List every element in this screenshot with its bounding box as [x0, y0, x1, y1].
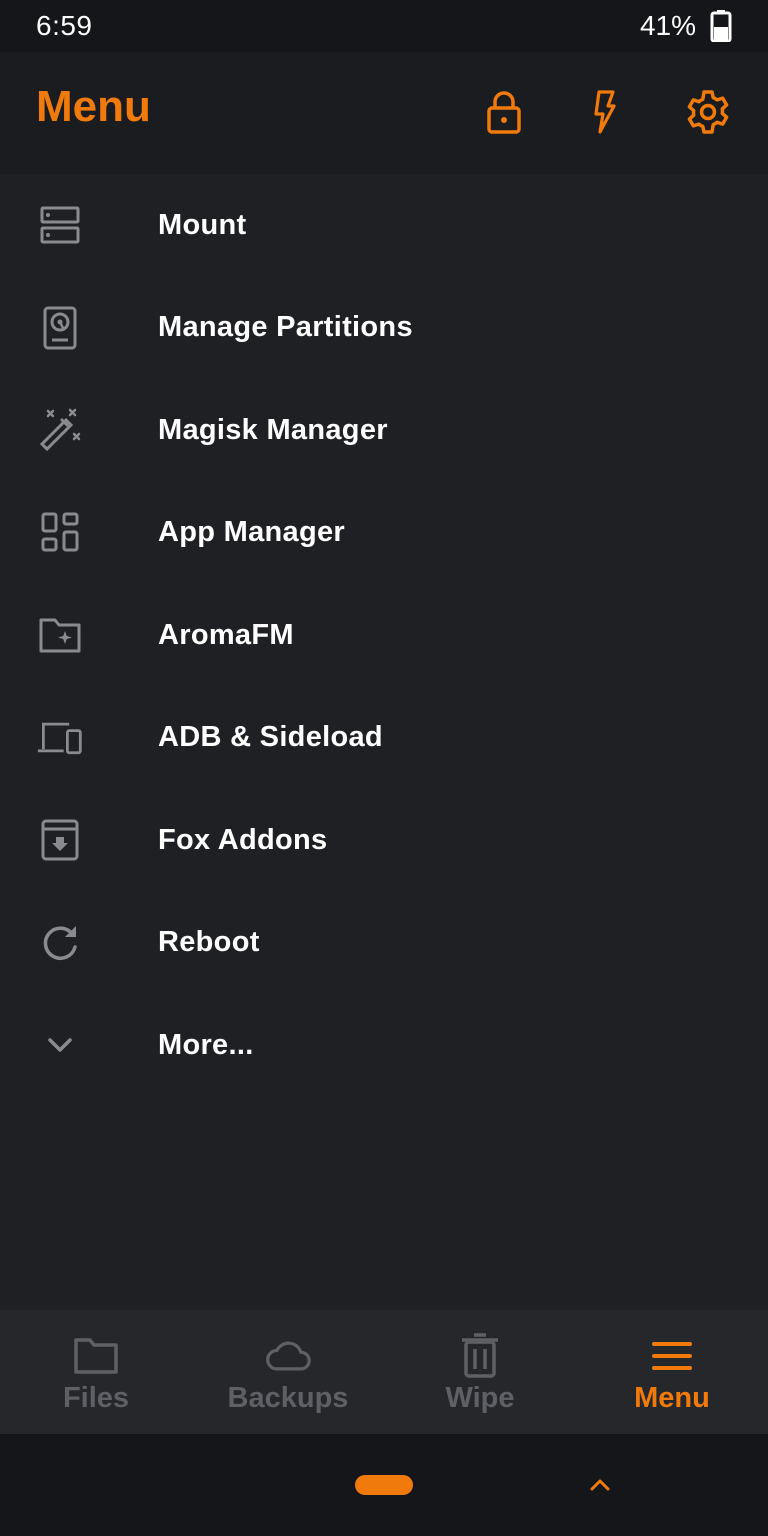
dashboard-icon: [34, 507, 86, 559]
nav-label: Backups: [227, 1382, 349, 1414]
archive-icon: [34, 814, 86, 866]
menu-item-manage-partitions[interactable]: Manage Partitions: [0, 277, 768, 380]
nav-item-menu[interactable]: Menu: [576, 1310, 768, 1434]
home-handle[interactable]: [355, 1475, 413, 1495]
settings-icon: [687, 90, 729, 134]
menu-item-label: Fox Addons: [158, 823, 328, 856]
hamburger-menu-icon: [648, 1332, 696, 1380]
flash-button[interactable]: [577, 84, 633, 140]
lock-icon: [487, 91, 521, 134]
trash-icon: [456, 1332, 504, 1380]
nav-item-wipe[interactable]: Wipe: [384, 1310, 576, 1434]
menu-item-adb-sideload[interactable]: ADB & Sideload: [0, 687, 768, 790]
battery-icon: [710, 10, 732, 42]
menu-item-label: App Manager: [158, 516, 345, 549]
settings-button[interactable]: [680, 84, 736, 140]
lock-button[interactable]: [476, 84, 532, 140]
nav-label: Files: [62, 1382, 130, 1414]
menu-item-label: Mount: [158, 208, 247, 241]
menu-list: Mount Manage Partitions Magisk Manager A…: [0, 174, 768, 1097]
storage-icon: [34, 199, 86, 251]
app-bar: Menu: [0, 52, 768, 174]
folder-special-icon: [34, 609, 86, 661]
status-right: 41%: [640, 10, 732, 42]
nav-item-files[interactable]: Files: [0, 1310, 192, 1434]
battery-percent: 41%: [639, 10, 696, 41]
folder-icon: [72, 1332, 120, 1380]
bottom-nav: Files Backups Wipe Menu: [0, 1310, 768, 1434]
menu-item-label: ADB & Sideload: [158, 721, 383, 754]
menu-item-more[interactable]: More...: [0, 994, 768, 1097]
menu-item-mount[interactable]: Mount: [0, 174, 768, 277]
hard-drive-icon: [34, 302, 86, 354]
menu-item-label: Manage Partitions: [158, 311, 413, 344]
devices-icon: [34, 712, 86, 764]
menu-item-label: Magisk Manager: [158, 413, 388, 446]
chevron-up-icon[interactable]: [584, 1470, 616, 1498]
menu-item-label: AromaFM: [158, 618, 294, 651]
menu-item-label: More...: [158, 1028, 254, 1061]
menu-item-reboot[interactable]: Reboot: [0, 892, 768, 995]
nav-item-backups[interactable]: Backups: [192, 1310, 384, 1434]
magic-wand-icon: [34, 404, 86, 456]
menu-item-app-manager[interactable]: App Manager: [0, 482, 768, 585]
menu-item-aromafm[interactable]: AromaFM: [0, 584, 768, 687]
menu-item-label: Reboot: [158, 926, 260, 959]
nav-label: Menu: [634, 1382, 710, 1414]
page-title: Menu: [36, 82, 151, 131]
refresh-icon: [34, 917, 86, 969]
menu-item-fox-addons[interactable]: Fox Addons: [0, 789, 768, 892]
status-time: 6:59: [36, 10, 93, 41]
cloud-icon: [264, 1332, 312, 1380]
status-bar: 6:59 41%: [0, 0, 768, 52]
gesture-bar: [0, 1434, 768, 1536]
flash-icon: [594, 90, 616, 134]
nav-label: Wipe: [445, 1382, 515, 1414]
chevron-down-icon: [34, 1019, 86, 1071]
menu-item-magisk-manager[interactable]: Magisk Manager: [0, 379, 768, 482]
